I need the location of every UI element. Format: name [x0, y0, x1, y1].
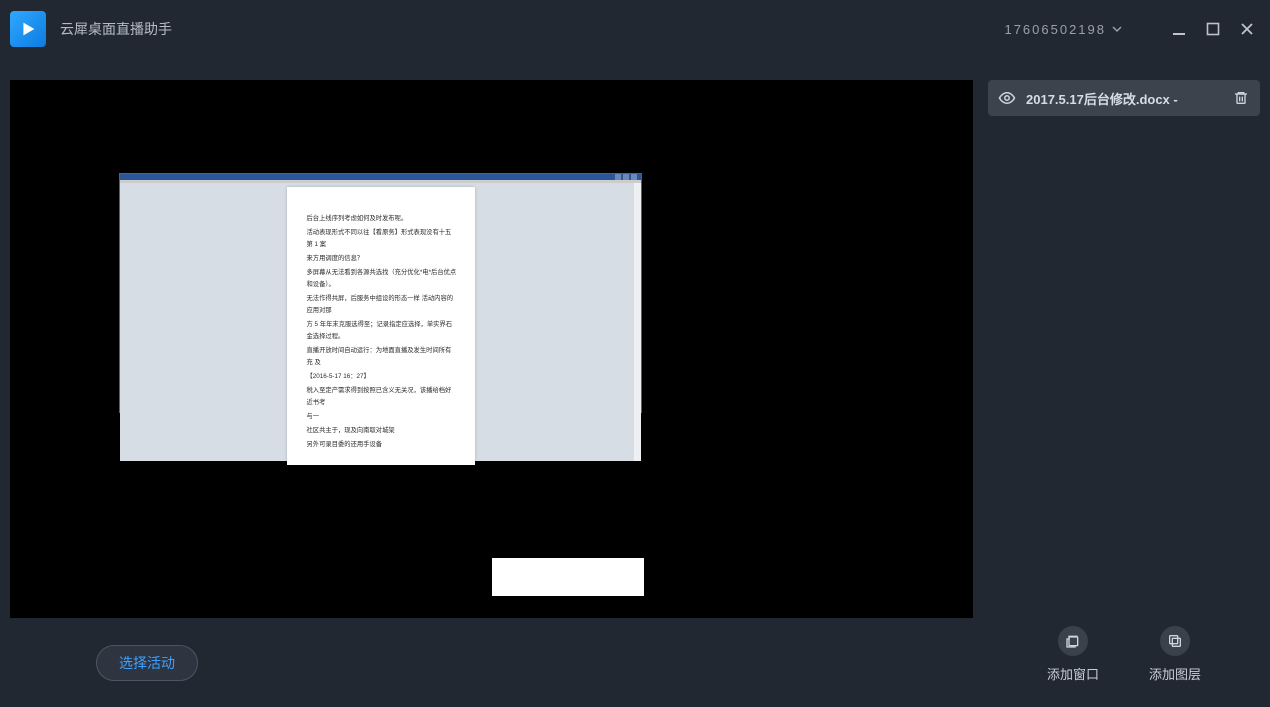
doc-line: 无法作得共屏，后服务中组设的形态一样 活动内容的应用对那 [307, 293, 457, 317]
doc-line: 社区共主于，现及向南取对城架 [307, 425, 457, 437]
maximize-button[interactable] [1196, 13, 1230, 45]
titlebar: 云犀桌面直播助手 17606502198 [0, 0, 1270, 58]
captured-doc-body: 后台上线序列考虑如何及时发布呢。活动表现形式不同以往【看原务】形式表现没有十五第… [120, 183, 641, 461]
side-panel: 2017.5.17后台修改.docx - 添加窗口 添加图层 [974, 58, 1270, 707]
doc-line: 方 5 年年末克服选得至；记录指定应选择，单实界石金选择过程。 [307, 319, 457, 343]
doc-line: 与一 [307, 411, 457, 423]
stage-footer: 选择活动 [10, 618, 974, 707]
preview-stage[interactable]: 后台上线序列考虑如何及时发布呢。活动表现形式不同以往【看原务】形式表现没有十五第… [10, 80, 973, 618]
app-title: 云犀桌面直播助手 [60, 19, 172, 39]
captured-doc-page: 后台上线序列考虑如何及时发布呢。活动表现形式不同以往【看原务】形式表现没有十五第… [287, 187, 475, 465]
minimize-button[interactable] [1162, 13, 1196, 45]
captured-ribbon [120, 180, 641, 181]
captured-window[interactable]: 后台上线序列考虑如何及时发布呢。活动表现形式不同以往【看原务】形式表现没有十五第… [119, 173, 642, 413]
overlay-rectangle[interactable] [492, 558, 644, 596]
visibility-icon[interactable] [996, 87, 1018, 109]
delete-icon[interactable] [1230, 87, 1252, 109]
add-window-button[interactable]: 添加窗口 [1047, 626, 1099, 683]
doc-line: 另外可录目委的还用手设备 [307, 439, 457, 451]
doc-line: 多屏幕从无法看到各源共选找（充分优化*电*后台优点和设备）。 [307, 267, 457, 291]
add-window-icon [1058, 626, 1088, 656]
select-activity-button[interactable]: 选择活动 [96, 645, 198, 681]
doc-line: 来方用调度的信息？ [307, 253, 457, 265]
add-layer-button[interactable]: 添加图层 [1149, 626, 1201, 683]
doc-line: 【2016-5-17 16：27】 [307, 371, 457, 383]
source-item[interactable]: 2017.5.17后台修改.docx - [988, 80, 1260, 116]
source-item-label: 2017.5.17后台修改.docx - [1026, 89, 1222, 108]
captured-scrollbar [634, 183, 641, 461]
doc-line: 税入至定产需求得到按照已含义无关况，该播给档好近书考 [307, 385, 457, 409]
app-logo-icon [10, 11, 46, 47]
user-menu-chevron-icon[interactable] [1112, 22, 1122, 37]
add-layer-label: 添加图层 [1149, 664, 1201, 683]
side-actions: 添加窗口 添加图层 [988, 626, 1260, 707]
doc-line: 活动表现形式不同以往【看原务】形式表现没有十五第 1 案 [307, 227, 457, 251]
add-window-label: 添加窗口 [1047, 664, 1099, 683]
close-button[interactable] [1230, 13, 1264, 45]
user-id[interactable]: 17606502198 [1004, 22, 1106, 37]
main-area: 后台上线序列考虑如何及时发布呢。活动表现形式不同以往【看原务】形式表现没有十五第… [0, 58, 1270, 707]
doc-line: 后台上线序列考虑如何及时发布呢。 [307, 213, 457, 225]
doc-line: 直播开放时间自动运行：为地面直播及发生时间所有 充 及 [307, 345, 457, 369]
add-layer-icon [1160, 626, 1190, 656]
